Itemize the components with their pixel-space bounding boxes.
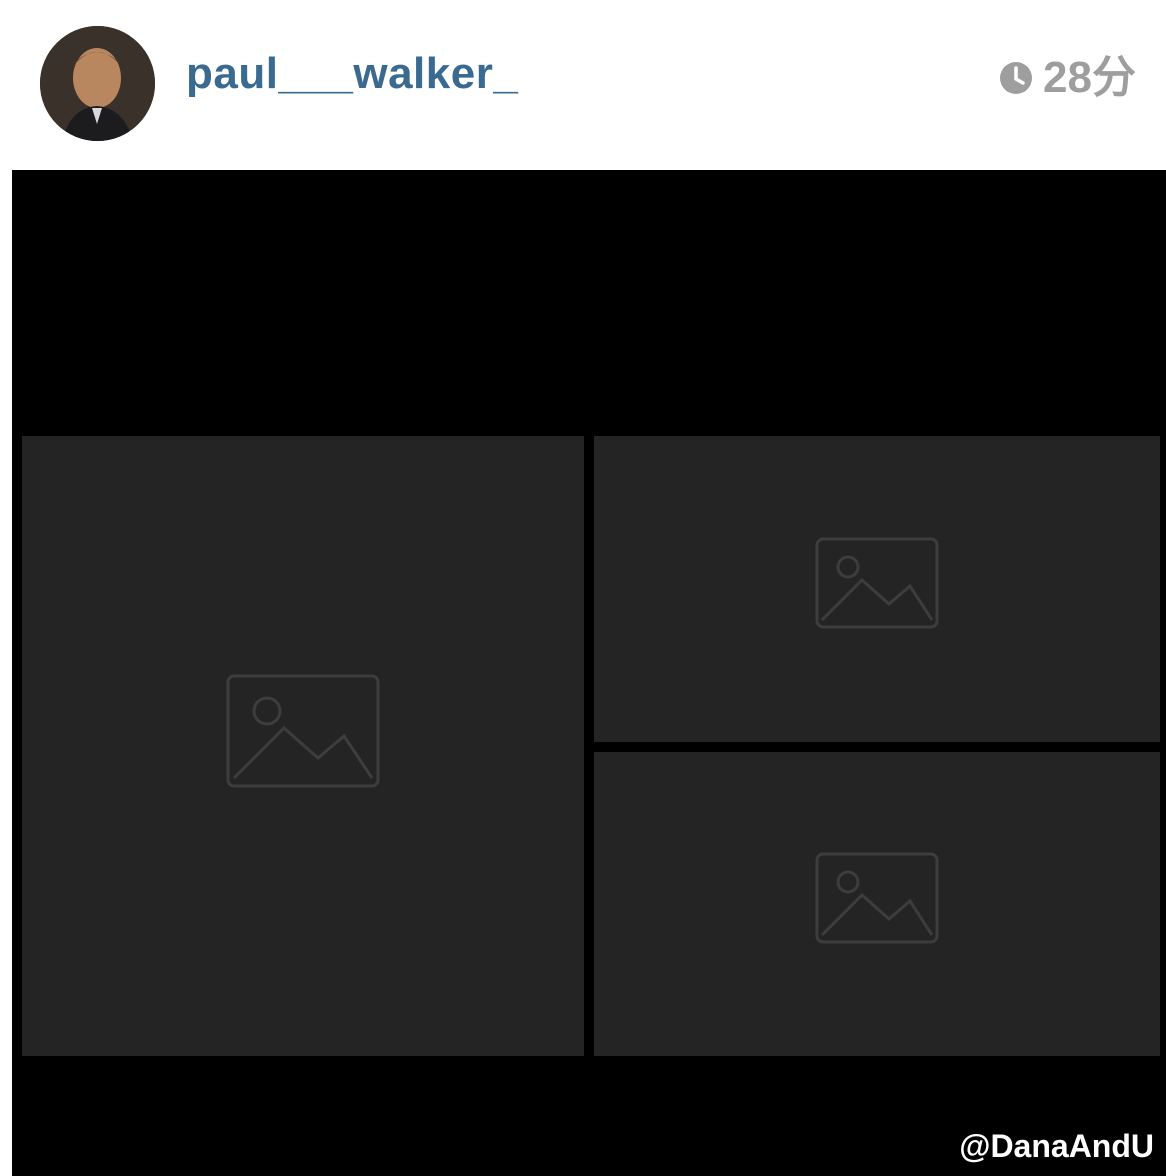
post-timestamp: 28分 xyxy=(999,56,1136,100)
collage-photo-top-right xyxy=(594,436,1160,742)
watermark: @DanaAndU xyxy=(959,1128,1154,1164)
post-header: paul___walker_ 28分 xyxy=(0,0,1166,170)
photo-placeholder xyxy=(594,436,1160,742)
clock-icon xyxy=(1000,62,1033,94)
collage-photo-main xyxy=(22,436,584,1056)
username-link[interactable]: paul___walker_ xyxy=(186,52,518,96)
avatar-image xyxy=(40,26,155,141)
timestamp-label: 28分 xyxy=(1043,53,1136,102)
profile-avatar[interactable] xyxy=(40,26,155,141)
post-image[interactable]: @DanaAndU xyxy=(12,170,1166,1176)
photo-placeholder xyxy=(22,436,584,1056)
photo-placeholder xyxy=(594,752,1160,1056)
collage-photo-bottom-right xyxy=(594,752,1160,1056)
